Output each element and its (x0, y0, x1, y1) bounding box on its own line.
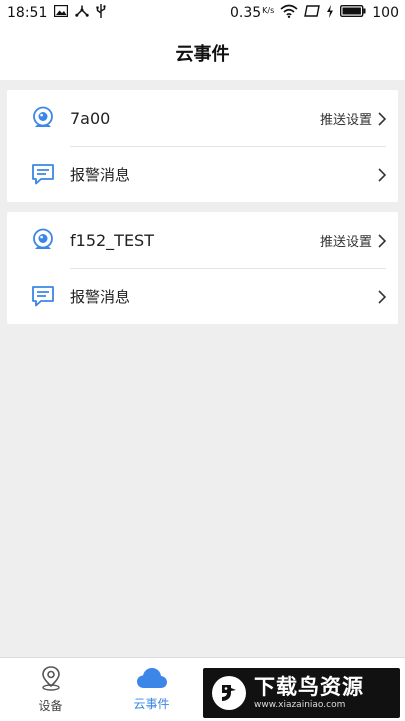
page-title: 云事件 (175, 44, 230, 65)
bird-logo-icon (212, 676, 246, 710)
usb-share-icon (75, 5, 90, 21)
chevron-right-icon (376, 111, 388, 126)
nav-header: 云事件 (0, 26, 405, 80)
watermark-banner: 下载鸟资源 www.xiazainiao.com (203, 668, 400, 718)
usb-icon (96, 4, 107, 22)
wifi-icon (280, 4, 298, 22)
status-left: 18:51 (0, 4, 107, 22)
cloud-icon (136, 667, 168, 692)
alarm-messages-label: 报警消息 (70, 165, 131, 184)
watermark-text: 下载鸟资源 www.xiazainiao.com (254, 675, 364, 711)
status-time: 18:51 (7, 5, 48, 21)
message-icon (31, 284, 55, 308)
tab-devices-label: 设备 (38, 699, 63, 713)
push-settings-button[interactable]: 推送设置 (320, 109, 372, 128)
alarm-messages-label: 报警消息 (70, 287, 131, 306)
device-row[interactable]: f152_TEST 推送设置 (7, 212, 398, 268)
battery-level: 100 (372, 5, 399, 21)
network-speed-unit: K/s (262, 6, 275, 15)
tab-devices[interactable]: 设备 (0, 658, 101, 721)
push-settings-button[interactable]: 推送设置 (320, 231, 372, 250)
network-speed: 0.35K/s (230, 5, 274, 21)
tab-cloud-events-label: 云事件 (133, 697, 170, 711)
watermark-title: 下载鸟资源 (254, 675, 364, 699)
device-card: f152_TEST 推送设置 报警消息 (7, 212, 398, 324)
battery-icon (340, 4, 366, 21)
alarm-messages-row[interactable]: 报警消息 (7, 268, 398, 324)
chevron-right-icon (376, 233, 388, 248)
image-notification-icon (54, 4, 69, 21)
tab-cloud-events[interactable]: 云事件 (101, 658, 202, 721)
status-right: 0.35K/s 100 (230, 4, 405, 22)
screen-rotation-icon (304, 5, 321, 21)
alarm-messages-row[interactable]: 报警消息 (7, 146, 398, 202)
camera-icon (31, 106, 55, 130)
camera-icon (31, 228, 55, 252)
message-icon (31, 162, 55, 186)
device-name: 7a00 (70, 108, 111, 128)
charging-icon (326, 4, 334, 22)
device-row[interactable]: 7a00 推送设置 (7, 90, 398, 146)
map-pin-icon (39, 665, 63, 694)
device-name: f152_TEST (70, 230, 154, 250)
chevron-right-icon (376, 289, 388, 304)
device-card: 7a00 推送设置 报警消息 (7, 90, 398, 202)
chevron-right-icon (376, 167, 388, 182)
network-speed-value: 0.35 (229, 5, 262, 21)
watermark-url: www.xiazainiao.com (254, 700, 346, 710)
status-bar: 18:51 0.35K/s 100 (0, 0, 405, 26)
